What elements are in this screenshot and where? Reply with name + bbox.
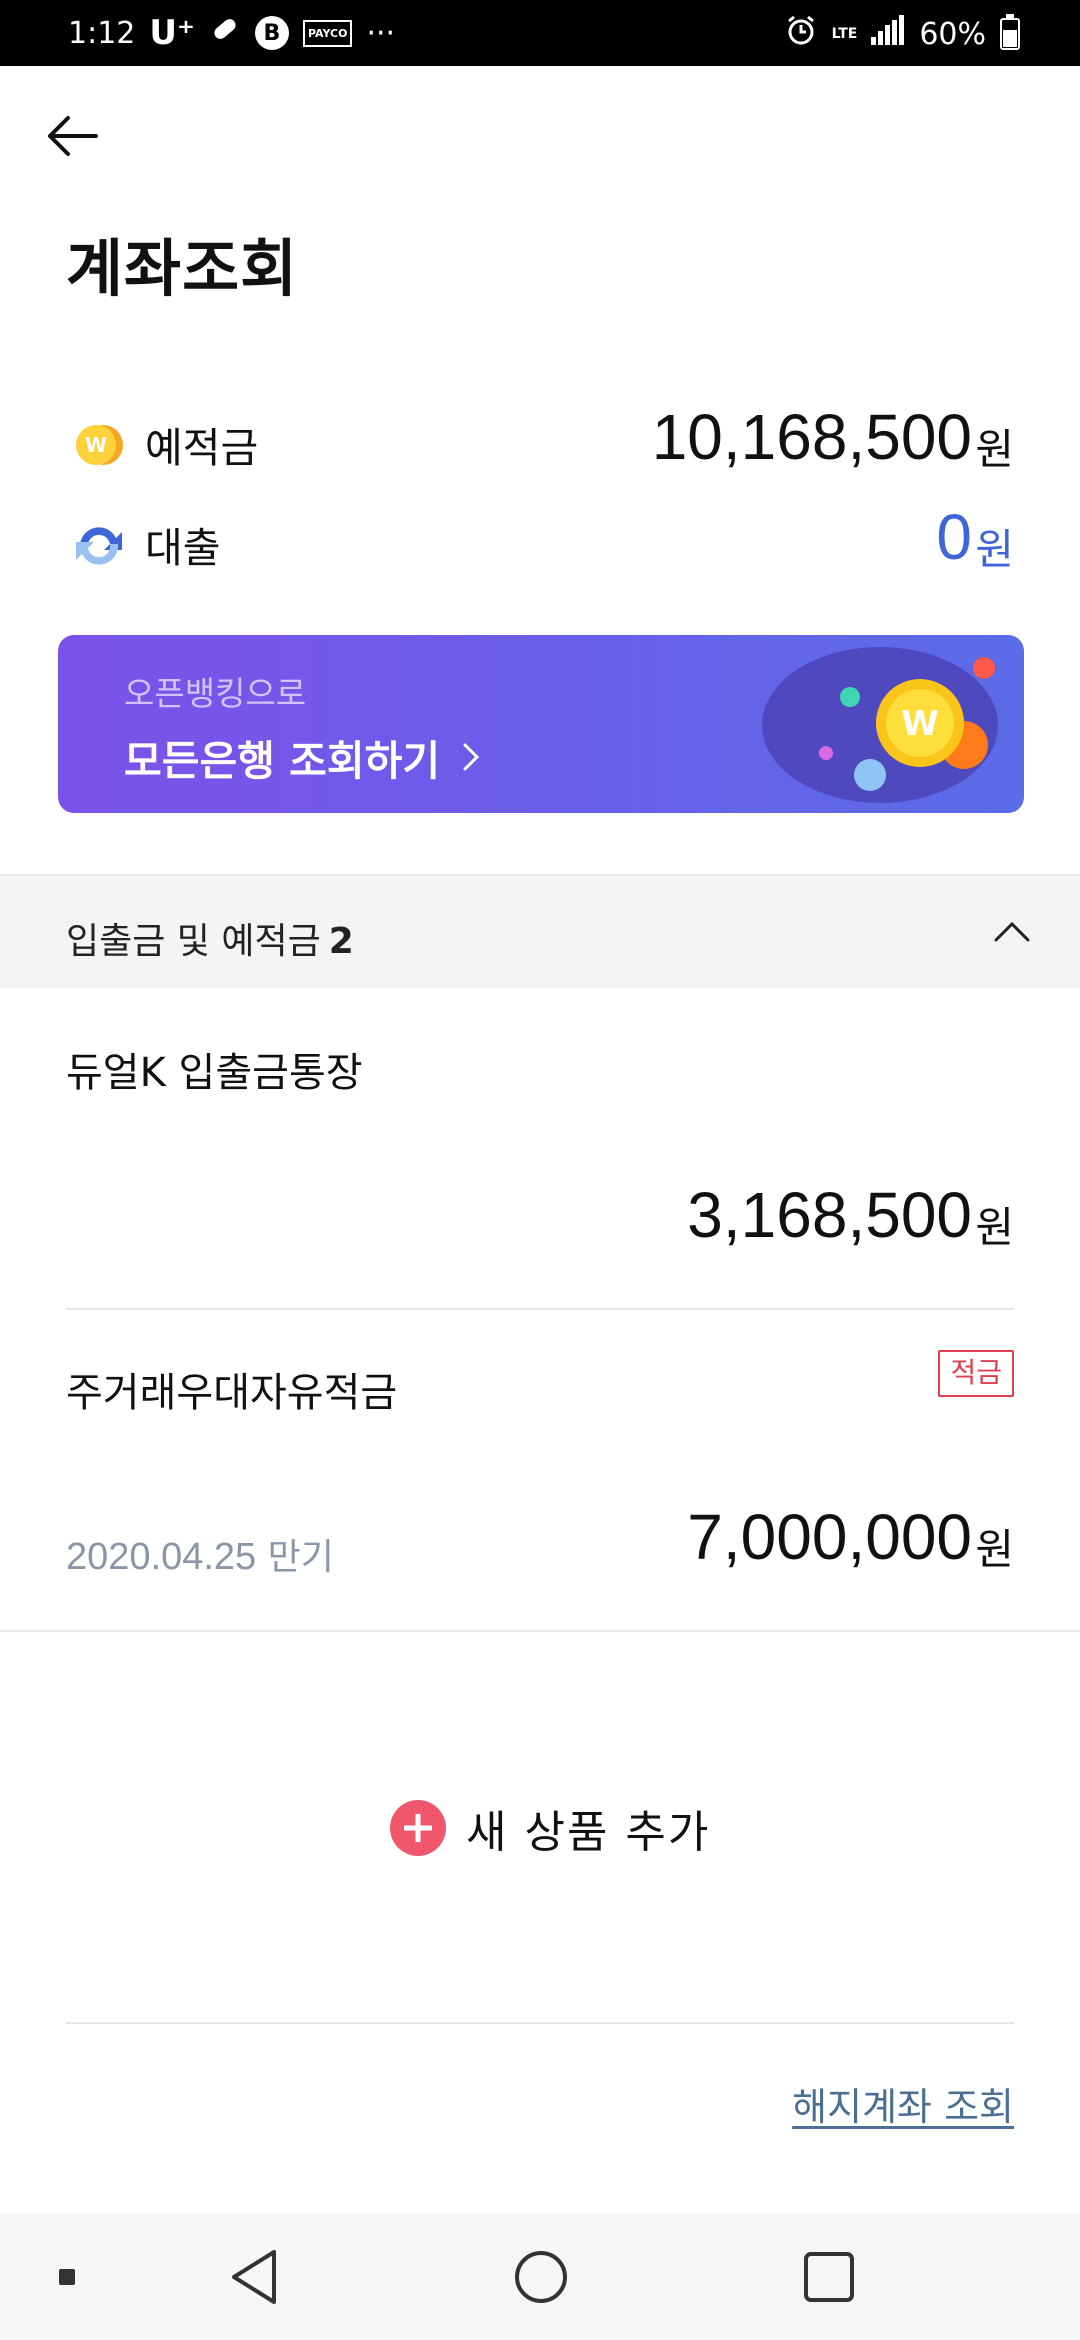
banner-title: 모든은행 조회하기	[124, 737, 441, 785]
carrier-label: U⁺	[149, 13, 195, 53]
account-name: 주거래우대자유적금	[66, 1370, 398, 1416]
deposits-section-header[interactable]: 입출금 및 예적금 2	[0, 876, 1080, 988]
loans-summary-row[interactable]: 대출 0 원	[0, 500, 1080, 580]
battery-icon	[1000, 14, 1020, 50]
coin-planet-illustration: W	[762, 647, 998, 803]
currency-unit: 원	[975, 1525, 1014, 1574]
pill-icon	[209, 13, 241, 53]
currency-unit: 원	[975, 425, 1014, 474]
section-count: 2	[328, 921, 354, 962]
maturity-date: 2020.04.25	[66, 1536, 257, 1578]
lte-icon: LTE	[831, 26, 858, 42]
currency-unit: 원	[975, 525, 1014, 574]
loans-amount: 0	[936, 501, 972, 573]
deposits-amount: 10,168,500	[651, 401, 972, 473]
account-item-savings[interactable]: 주거래우대자유적금 적금 2020.04.25 만기 7,000,000 원	[0, 1310, 1080, 1630]
collapse-button[interactable]	[984, 904, 1040, 960]
square-recents-icon	[804, 2252, 854, 2302]
page-title: 계좌조회	[66, 232, 299, 305]
b-app-icon: B	[254, 16, 289, 50]
section-title-text: 입출금 및 예적금	[66, 921, 321, 962]
refresh-arrow-icon	[72, 518, 126, 572]
account-name: 듀얼K 입출금통장	[66, 1050, 363, 1096]
account-item-dual-k[interactable]: 듀얼K 입출금통장 3,168,500 원	[0, 990, 1080, 1308]
plus-circle-icon	[390, 1800, 446, 1856]
open-banking-banner[interactable]: 오픈뱅킹으로 모든은행 조회하기 W	[58, 635, 1024, 813]
product-type-badge: 적금	[938, 1350, 1014, 1397]
coin-icon: W	[72, 418, 126, 472]
deposits-label: 예적금	[145, 424, 259, 472]
account-balance: 3,168,500	[687, 1179, 972, 1251]
closed-accounts-link[interactable]: 해지계좌 조회	[792, 2076, 1014, 2131]
recent-indicator-button[interactable]	[34, 2244, 100, 2310]
arrow-left-icon	[48, 116, 98, 156]
system-navigation-bar	[0, 2214, 1080, 2340]
maturity-suffix: 만기	[267, 1537, 334, 1578]
loans-label: 대출	[145, 524, 221, 572]
back-button[interactable]	[36, 100, 108, 172]
alarm-icon	[784, 13, 818, 55]
status-time: 1:12	[68, 15, 136, 51]
nav-home-button[interactable]	[508, 2244, 574, 2310]
svg-text:W: W	[901, 704, 939, 744]
more-notifications-icon: ···	[366, 15, 396, 51]
add-product-label: 새 상품 추가	[466, 1807, 711, 1858]
signal-icon	[871, 15, 905, 53]
triangle-back-icon	[232, 2250, 276, 2304]
banner-subtitle: 오픈뱅킹으로	[124, 674, 307, 713]
chevron-up-icon	[994, 921, 1030, 942]
footer-divider	[66, 2022, 1014, 2024]
circle-home-icon	[515, 2251, 567, 2303]
maturity-info: 2020.04.25 만기	[66, 1528, 334, 1580]
nav-back-button[interactable]	[222, 2244, 288, 2310]
chevron-right-icon	[463, 743, 480, 771]
section-divider	[0, 1630, 1080, 1632]
currency-unit: 원	[975, 1203, 1014, 1252]
square-dot-icon	[59, 2269, 75, 2285]
nav-recents-button[interactable]	[796, 2244, 862, 2310]
svg-text:W: W	[85, 433, 107, 457]
payco-icon: PAYCO	[302, 19, 353, 47]
deposits-summary-row[interactable]: W 예적금 10,168,500 원	[0, 400, 1080, 480]
battery-percent: 60%	[919, 16, 986, 52]
section-title: 입출금 및 예적금 2	[66, 912, 354, 964]
account-balance: 7,000,000	[687, 1501, 972, 1573]
status-bar: 1:12 U⁺ B PAYCO ··· LTE 60%	[0, 0, 1080, 66]
add-product-button[interactable]: 새 상품 추가	[390, 1796, 710, 1860]
